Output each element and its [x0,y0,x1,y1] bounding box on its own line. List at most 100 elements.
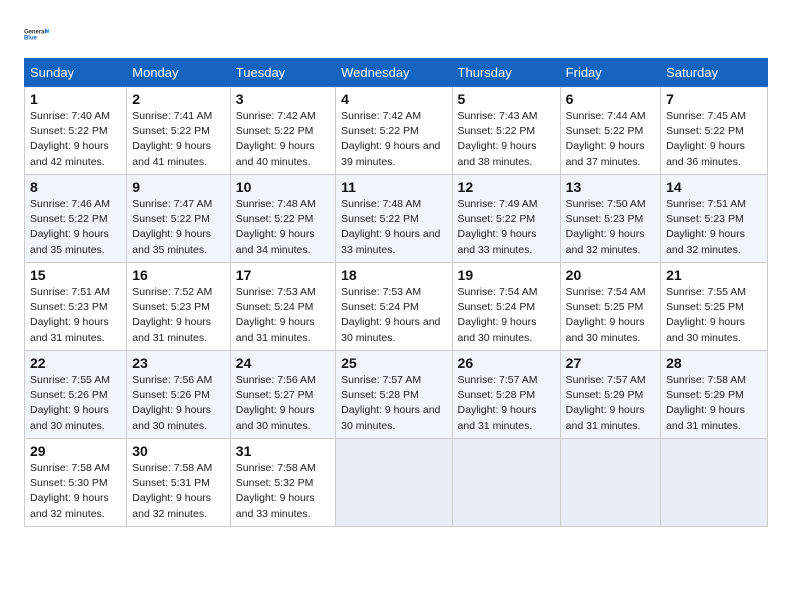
day-info: Sunrise: 7:42 AM Sunset: 5:22 PM Dayligh… [236,109,330,170]
header-tuesday: Tuesday [230,59,335,87]
day-info: Sunrise: 7:55 AM Sunset: 5:26 PM Dayligh… [30,373,121,434]
page-header: GeneralBlue [24,20,768,48]
day-number: 10 [236,179,330,195]
day-cell: 28 Sunrise: 7:58 AM Sunset: 5:29 PM Dayl… [661,351,768,439]
day-info: Sunrise: 7:58 AM Sunset: 5:32 PM Dayligh… [236,461,330,522]
day-number: 16 [132,267,225,283]
day-info: Sunrise: 7:54 AM Sunset: 5:24 PM Dayligh… [458,285,555,346]
day-cell: 27 Sunrise: 7:57 AM Sunset: 5:29 PM Dayl… [560,351,660,439]
svg-text:Blue: Blue [24,36,38,42]
day-cell [336,439,452,527]
day-info: Sunrise: 7:40 AM Sunset: 5:22 PM Dayligh… [30,109,121,170]
day-number: 29 [30,443,121,459]
week-row-4: 22 Sunrise: 7:55 AM Sunset: 5:26 PM Dayl… [25,351,768,439]
day-cell: 25 Sunrise: 7:57 AM Sunset: 5:28 PM Dayl… [336,351,452,439]
day-cell: 9 Sunrise: 7:47 AM Sunset: 5:22 PM Dayli… [127,175,231,263]
day-cell: 5 Sunrise: 7:43 AM Sunset: 5:22 PM Dayli… [452,87,560,175]
day-info: Sunrise: 7:55 AM Sunset: 5:25 PM Dayligh… [666,285,762,346]
day-number: 8 [30,179,121,195]
day-info: Sunrise: 7:50 AM Sunset: 5:23 PM Dayligh… [566,197,655,258]
day-info: Sunrise: 7:58 AM Sunset: 5:30 PM Dayligh… [30,461,121,522]
header-wednesday: Wednesday [336,59,452,87]
day-number: 20 [566,267,655,283]
day-info: Sunrise: 7:57 AM Sunset: 5:29 PM Dayligh… [566,373,655,434]
day-info: Sunrise: 7:49 AM Sunset: 5:22 PM Dayligh… [458,197,555,258]
day-info: Sunrise: 7:57 AM Sunset: 5:28 PM Dayligh… [458,373,555,434]
day-number: 24 [236,355,330,371]
day-info: Sunrise: 7:58 AM Sunset: 5:29 PM Dayligh… [666,373,762,434]
week-row-2: 8 Sunrise: 7:46 AM Sunset: 5:22 PM Dayli… [25,175,768,263]
day-info: Sunrise: 7:54 AM Sunset: 5:25 PM Dayligh… [566,285,655,346]
day-number: 14 [666,179,762,195]
day-cell: 14 Sunrise: 7:51 AM Sunset: 5:23 PM Dayl… [661,175,768,263]
day-cell [452,439,560,527]
day-info: Sunrise: 7:57 AM Sunset: 5:28 PM Dayligh… [341,373,446,434]
day-number: 23 [132,355,225,371]
day-info: Sunrise: 7:53 AM Sunset: 5:24 PM Dayligh… [341,285,446,346]
day-number: 31 [236,443,330,459]
header-row: SundayMondayTuesdayWednesdayThursdayFrid… [25,59,768,87]
day-number: 27 [566,355,655,371]
svg-text:General: General [24,29,46,35]
header-friday: Friday [560,59,660,87]
header-thursday: Thursday [452,59,560,87]
day-cell: 15 Sunrise: 7:51 AM Sunset: 5:23 PM Dayl… [25,263,127,351]
day-cell: 20 Sunrise: 7:54 AM Sunset: 5:25 PM Dayl… [560,263,660,351]
day-info: Sunrise: 7:43 AM Sunset: 5:22 PM Dayligh… [458,109,555,170]
day-cell: 21 Sunrise: 7:55 AM Sunset: 5:25 PM Dayl… [661,263,768,351]
day-info: Sunrise: 7:58 AM Sunset: 5:31 PM Dayligh… [132,461,225,522]
day-cell: 31 Sunrise: 7:58 AM Sunset: 5:32 PM Dayl… [230,439,335,527]
header-sunday: Sunday [25,59,127,87]
day-cell: 4 Sunrise: 7:42 AM Sunset: 5:22 PM Dayli… [336,87,452,175]
day-cell: 18 Sunrise: 7:53 AM Sunset: 5:24 PM Dayl… [336,263,452,351]
header-saturday: Saturday [661,59,768,87]
day-cell: 16 Sunrise: 7:52 AM Sunset: 5:23 PM Dayl… [127,263,231,351]
day-cell: 19 Sunrise: 7:54 AM Sunset: 5:24 PM Dayl… [452,263,560,351]
day-number: 9 [132,179,225,195]
day-number: 21 [666,267,762,283]
day-cell: 12 Sunrise: 7:49 AM Sunset: 5:22 PM Dayl… [452,175,560,263]
week-row-1: 1 Sunrise: 7:40 AM Sunset: 5:22 PM Dayli… [25,87,768,175]
day-cell [661,439,768,527]
day-info: Sunrise: 7:44 AM Sunset: 5:22 PM Dayligh… [566,109,655,170]
day-cell: 17 Sunrise: 7:53 AM Sunset: 5:24 PM Dayl… [230,263,335,351]
day-cell [560,439,660,527]
day-info: Sunrise: 7:42 AM Sunset: 5:22 PM Dayligh… [341,109,446,170]
day-cell: 22 Sunrise: 7:55 AM Sunset: 5:26 PM Dayl… [25,351,127,439]
day-info: Sunrise: 7:48 AM Sunset: 5:22 PM Dayligh… [236,197,330,258]
day-cell: 30 Sunrise: 7:58 AM Sunset: 5:31 PM Dayl… [127,439,231,527]
day-number: 12 [458,179,555,195]
day-cell: 8 Sunrise: 7:46 AM Sunset: 5:22 PM Dayli… [25,175,127,263]
day-cell: 3 Sunrise: 7:42 AM Sunset: 5:22 PM Dayli… [230,87,335,175]
day-number: 2 [132,91,225,107]
header-monday: Monday [127,59,231,87]
day-cell: 29 Sunrise: 7:58 AM Sunset: 5:30 PM Dayl… [25,439,127,527]
day-info: Sunrise: 7:48 AM Sunset: 5:22 PM Dayligh… [341,197,446,258]
day-number: 26 [458,355,555,371]
day-info: Sunrise: 7:45 AM Sunset: 5:22 PM Dayligh… [666,109,762,170]
day-number: 3 [236,91,330,107]
day-info: Sunrise: 7:41 AM Sunset: 5:22 PM Dayligh… [132,109,225,170]
week-row-5: 29 Sunrise: 7:58 AM Sunset: 5:30 PM Dayl… [25,439,768,527]
calendar-table: SundayMondayTuesdayWednesdayThursdayFrid… [24,58,768,527]
logo: GeneralBlue [24,20,52,48]
day-number: 4 [341,91,446,107]
day-cell: 11 Sunrise: 7:48 AM Sunset: 5:22 PM Dayl… [336,175,452,263]
day-number: 1 [30,91,121,107]
day-number: 6 [566,91,655,107]
day-number: 22 [30,355,121,371]
day-number: 17 [236,267,330,283]
day-number: 15 [30,267,121,283]
day-info: Sunrise: 7:51 AM Sunset: 5:23 PM Dayligh… [30,285,121,346]
day-number: 28 [666,355,762,371]
day-info: Sunrise: 7:56 AM Sunset: 5:27 PM Dayligh… [236,373,330,434]
day-info: Sunrise: 7:52 AM Sunset: 5:23 PM Dayligh… [132,285,225,346]
day-cell: 24 Sunrise: 7:56 AM Sunset: 5:27 PM Dayl… [230,351,335,439]
day-cell: 26 Sunrise: 7:57 AM Sunset: 5:28 PM Dayl… [452,351,560,439]
day-number: 13 [566,179,655,195]
day-info: Sunrise: 7:51 AM Sunset: 5:23 PM Dayligh… [666,197,762,258]
day-cell: 6 Sunrise: 7:44 AM Sunset: 5:22 PM Dayli… [560,87,660,175]
logo-icon: GeneralBlue [24,20,52,48]
day-info: Sunrise: 7:53 AM Sunset: 5:24 PM Dayligh… [236,285,330,346]
day-number: 18 [341,267,446,283]
